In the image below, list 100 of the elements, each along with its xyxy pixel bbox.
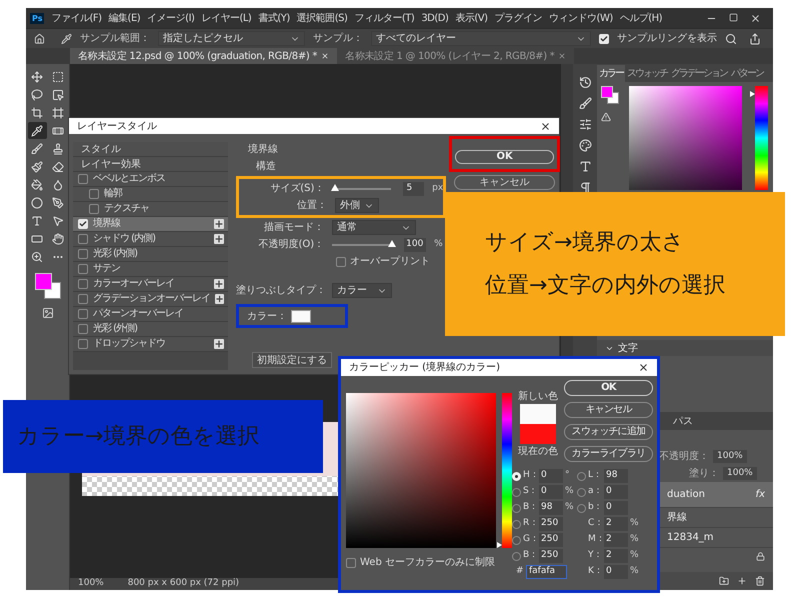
close-icon[interactable] — [638, 362, 649, 373]
menu-item[interactable]: 3D(D) — [421, 10, 448, 26]
value-field[interactable]: 2 — [604, 533, 628, 547]
checkbox[interactable] — [78, 324, 88, 334]
color-swatches-icon[interactable] — [34, 273, 60, 299]
style-list-item[interactable]: テクスチャ — [73, 202, 228, 217]
close-icon[interactable] — [750, 12, 761, 24]
sample-size-dropdown[interactable]: 指定したピクセル — [158, 31, 305, 46]
value-field[interactable]: 0 — [539, 485, 563, 499]
opacity-field[interactable]: 100% — [713, 450, 747, 464]
dialog-button[interactable]: キャンセル — [454, 175, 555, 190]
search-icon[interactable] — [725, 32, 737, 44]
fill-field[interactable]: 100% — [723, 466, 757, 480]
character-icon[interactable] — [578, 160, 592, 173]
sliders-icon[interactable] — [578, 118, 592, 131]
style-list-item[interactable]: 輪郭 — [73, 187, 228, 202]
color-field[interactable] — [629, 86, 742, 190]
value-field[interactable]: 0 — [604, 485, 628, 499]
radio-button[interactable] — [577, 488, 586, 496]
menu-item[interactable]: フィルター(T) — [354, 10, 414, 26]
style-list-header[interactable]: スタイル — [73, 142, 228, 157]
panel-tab[interactable]: グラデーション — [669, 65, 729, 82]
style-list-item[interactable]: サテン — [73, 262, 228, 277]
panel-tab[interactable]: カラー — [597, 65, 625, 82]
style-list-item[interactable]: カラーオーバーレイ — [73, 277, 228, 292]
color-swatch[interactable] — [291, 310, 312, 322]
checkbox[interactable] — [78, 279, 88, 289]
dialog-button[interactable]: カラーライブラリ — [564, 446, 653, 462]
value-field[interactable]: 0 — [604, 565, 628, 579]
document-tab[interactable]: 名称未設定 12.psd @ 100% (graduation, RGB/8#) * — [70, 48, 338, 64]
history-icon[interactable] — [578, 76, 592, 89]
dialog-button[interactable]: キャンセル — [564, 402, 653, 418]
menu-item[interactable]: ウィンドウ(W) — [549, 10, 613, 26]
value-field[interactable]: 98 — [539, 501, 563, 515]
value-field[interactable]: 250 — [539, 533, 563, 547]
value-field[interactable]: fafafa — [526, 565, 567, 579]
value-field[interactable]: 250 — [539, 517, 563, 531]
radio-button[interactable] — [512, 536, 521, 544]
palette-icon[interactable] — [578, 139, 592, 152]
close-icon[interactable] — [321, 52, 330, 60]
add-icon[interactable] — [214, 234, 224, 244]
checkbox[interactable] — [78, 249, 88, 259]
folder-icon[interactable] — [719, 576, 729, 586]
dialog-button[interactable]: OK — [564, 380, 653, 396]
menu-item[interactable]: 選択範囲(S) — [296, 10, 348, 26]
ok-button[interactable]: OK — [455, 150, 554, 164]
style-list-item[interactable]: 光彩 (外側) — [73, 322, 228, 337]
value-field[interactable]: 250 — [539, 549, 563, 563]
radio-button[interactable] — [512, 520, 521, 528]
panel-tab[interactable]: パターン — [729, 65, 765, 82]
eyedropper-icon[interactable] — [60, 32, 72, 44]
hue-thumb[interactable] — [497, 542, 502, 548]
checkbox[interactable] — [78, 264, 88, 274]
paragraph-icon[interactable] — [578, 181, 592, 194]
radio-button[interactable] — [512, 552, 521, 560]
radio-button[interactable] — [577, 504, 586, 512]
add-icon[interactable] — [214, 279, 224, 289]
hue-slider[interactable] — [750, 86, 768, 190]
style-list-item[interactable]: グラデーションオーバーレイ — [73, 292, 228, 307]
delete-icon[interactable] — [755, 576, 765, 586]
style-list-item[interactable]: ベベルとエンボス — [73, 172, 228, 187]
value-field[interactable]: 2 — [604, 549, 628, 563]
current-color-swatch[interactable] — [520, 424, 556, 444]
hue-thumb[interactable] — [750, 90, 755, 97]
menu-item[interactable]: 表示(V) — [455, 10, 488, 26]
menu-item[interactable]: ファイル(F) — [51, 10, 102, 26]
add-icon[interactable] — [214, 219, 224, 229]
brush-icon[interactable] — [578, 97, 592, 110]
blend-mode-dropdown[interactable]: 通常 — [332, 220, 416, 235]
quick-mask-icon[interactable] — [42, 307, 54, 319]
checkbox[interactable] — [89, 204, 99, 214]
opacity-field[interactable]: 100 — [404, 238, 426, 252]
maximize-icon[interactable] — [729, 12, 738, 22]
document-tab[interactable]: 名称未設定 1 @ 100% (レイヤー 2, RGB/8#) * — [337, 48, 574, 64]
sample-dropdown[interactable]: すべてのレイヤー — [370, 31, 591, 46]
radio-button[interactable] — [512, 504, 521, 512]
checkbox[interactable] — [89, 189, 99, 199]
checkbox[interactable] — [336, 256, 346, 266]
dialog-button[interactable]: スウォッチに追加 — [564, 424, 653, 440]
fill-type-dropdown[interactable]: カラー — [332, 283, 392, 298]
checkbox[interactable] — [78, 294, 88, 304]
size-field[interactable]: 5 — [402, 182, 424, 196]
menu-item[interactable]: 書式(Y) — [258, 10, 290, 26]
style-list-header[interactable]: レイヤー効果 — [73, 157, 228, 172]
menu-item[interactable]: イメージ(I) — [147, 10, 194, 26]
add-icon[interactable] — [215, 294, 224, 304]
color-swatches-icon[interactable] — [601, 86, 619, 104]
picker-hue-slider[interactable] — [497, 393, 512, 548]
panel-tab[interactable]: パス — [669, 413, 697, 430]
style-list-item[interactable]: シャドウ (内側) — [73, 232, 228, 247]
radio-button[interactable] — [512, 488, 521, 496]
eyedropper-tool-button[interactable] — [28, 122, 46, 139]
menu-item[interactable]: 編集(E) — [108, 10, 140, 26]
home-icon[interactable] — [34, 32, 45, 44]
style-list-item[interactable]: パターンオーバーレイ — [73, 307, 228, 322]
slider-thumb[interactable] — [388, 240, 396, 246]
close-icon[interactable] — [540, 120, 551, 132]
menu-item[interactable]: プラグイン — [494, 10, 542, 26]
radio-button[interactable] — [577, 472, 586, 480]
value-field[interactable]: 98 — [604, 469, 628, 483]
